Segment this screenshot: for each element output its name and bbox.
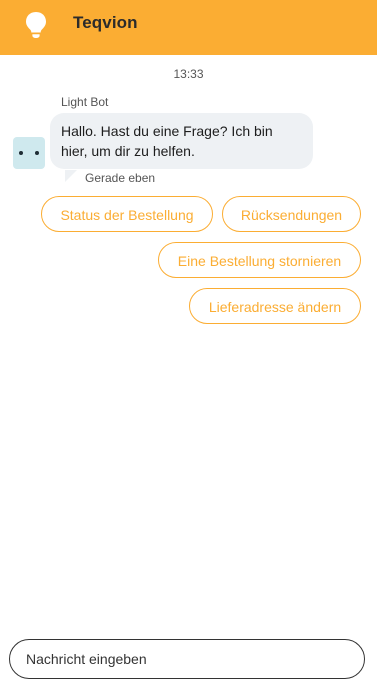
bot-avatar-icon [13,137,45,169]
conversation-timestamp: 13:33 [173,67,204,81]
bubble-tail [65,170,77,182]
sender-name: Light Bot [61,95,109,109]
quick-reply-order-status[interactable]: Status der Bestellung [41,196,213,232]
message-sent-time: Gerade eben [85,171,156,185]
quick-reply-returns[interactable]: Rücksendungen [222,196,361,232]
message-input[interactable] [26,640,346,678]
quick-reply-change-address[interactable]: Lieferadresse ändern [189,288,361,324]
avatar-eye-left [19,151,23,155]
quick-reply-cancel-order[interactable]: Eine Bestellung stornieren [158,242,361,278]
chat-header: Teqvion [0,0,377,55]
message-composer[interactable] [9,639,365,679]
chat-widget: Teqvion 13:33 Light Bot Hallo. Hast du e… [0,0,377,690]
app-title: Teqvion [73,13,138,32]
avatar-eye-right [35,151,39,155]
bot-message-bubble: Hallo. Hast du eine Frage? Ich bin hier,… [50,113,313,169]
lightbulb-icon [26,12,46,38]
